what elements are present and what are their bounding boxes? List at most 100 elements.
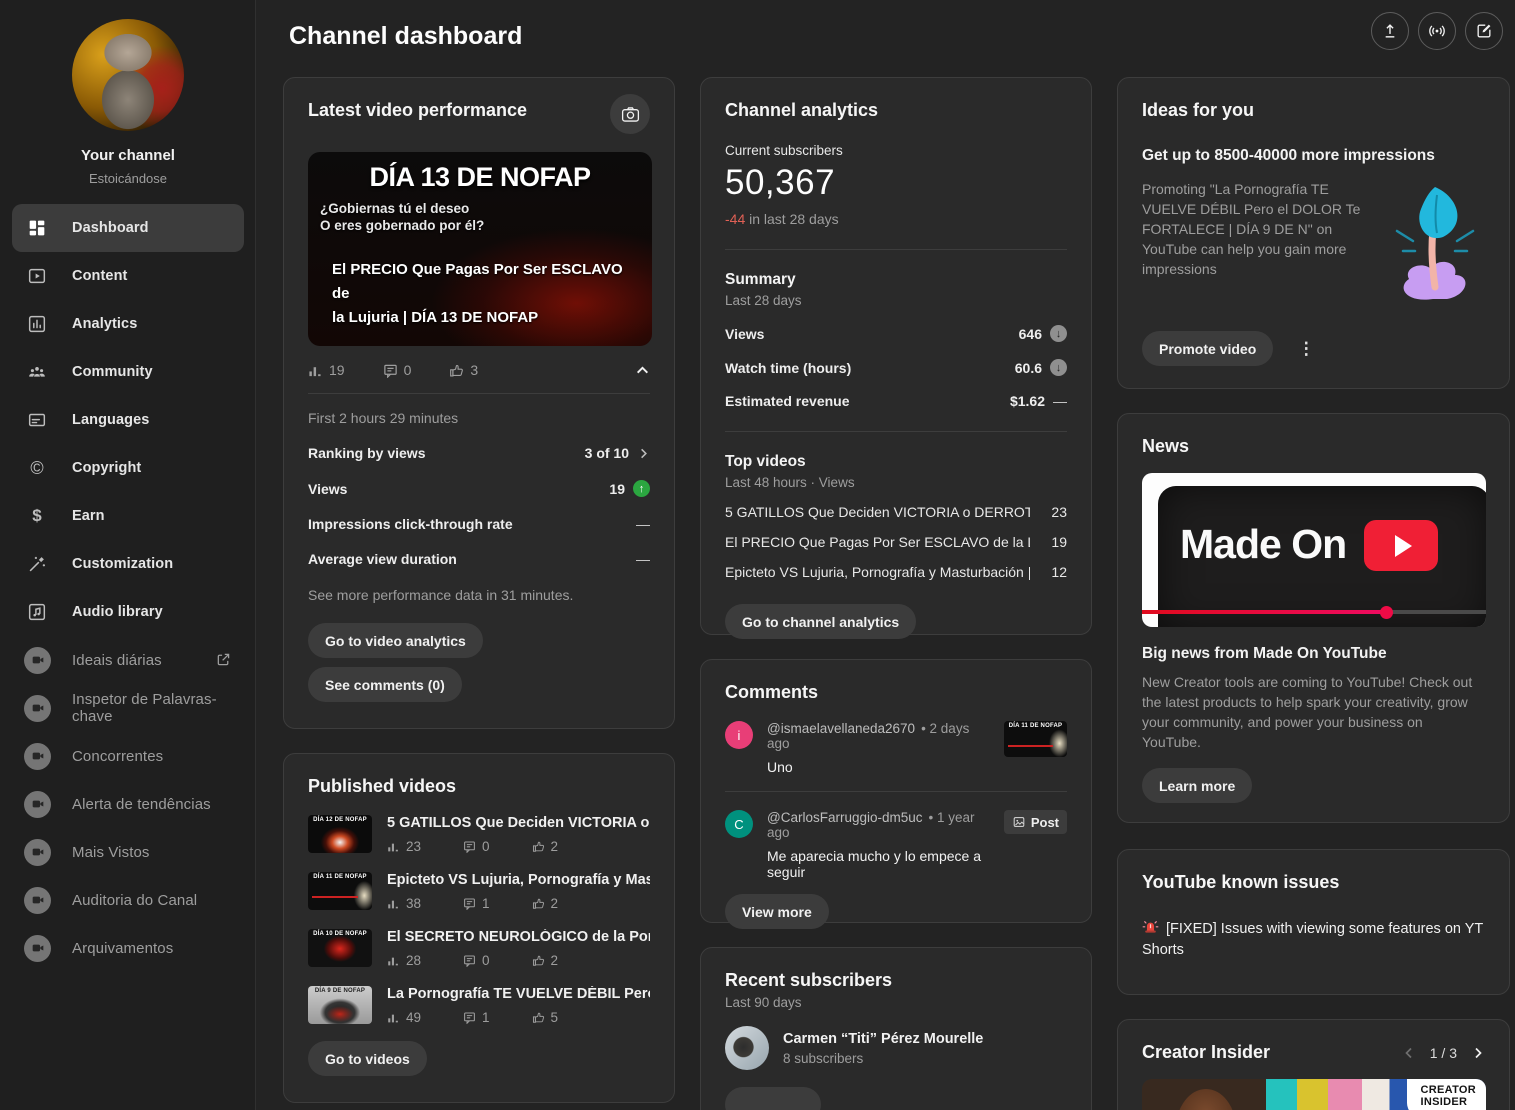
video-title: El SECRETO NEUROLÓGICO de la Pornografía… <box>387 929 650 945</box>
promote-video-button[interactable]: Promote video <box>1142 331 1274 366</box>
trend-up-icon: ↑ <box>633 480 650 497</box>
collapse-chevron-icon[interactable] <box>635 363 650 378</box>
latest-video-thumbnail[interactable]: DÍA 13 DE NOFAP ¿Gobiernas tú el deseo O… <box>308 152 652 346</box>
comment-header[interactable]: @ismaelavellaneda2670 • 2 days ago <box>767 721 994 751</box>
sidebar-item-dashboard[interactable]: Dashboard <box>12 204 244 252</box>
summary-row-views: Views 646 ↓ <box>725 325 1067 342</box>
known-issue-item[interactable]: [FIXED] Issues with viewing some feature… <box>1142 919 1485 961</box>
thumbs-up-icon <box>532 1011 545 1024</box>
sidebar-item-arquivamentos[interactable]: Arquivamentos <box>0 924 256 972</box>
metric-row-views: Views 19 ↑ <box>308 480 650 497</box>
top-actions <box>1371 12 1503 50</box>
analytics-icon <box>25 312 49 336</box>
community-icon <box>25 360 49 384</box>
made-on-text: Made On <box>1180 521 1347 567</box>
go-live-button[interactable] <box>1418 12 1456 50</box>
top-video-row[interactable]: El PRECIO Que Pagas Por Ser ESCLAVO de l… <box>725 534 1067 550</box>
card-title: Channel analytics <box>725 100 879 120</box>
card-title: YouTube known issues <box>1142 872 1340 892</box>
chevron-right-icon[interactable] <box>1471 1046 1485 1060</box>
sidebar-item-languages[interactable]: Languages <box>0 396 256 444</box>
channel-avatar[interactable] <box>72 19 184 131</box>
ideas-body: Promoting "La Pornografía TE VUELVE DÉBI… <box>1142 181 1361 277</box>
go-to-channel-analytics-button[interactable]: Go to channel analytics <box>725 604 917 639</box>
likes-count: 3 <box>470 362 479 378</box>
see-all-subscribers-button[interactable] <box>725 1087 821 1110</box>
sidebar-item-earn[interactable]: $ Earn <box>0 492 256 540</box>
sidebar-item-copyright[interactable]: © Copyright <box>0 444 256 492</box>
sidebar-item-audio-library[interactable]: Audio library <box>0 588 256 636</box>
comment-header[interactable]: @CarlosFarruggio-dm5uc • 1 year ago <box>767 810 994 840</box>
published-video-row[interactable]: DÍA 9 DE NOFAP La Pornografía TE VUELVE … <box>308 986 650 1025</box>
sidebar: Your channel Estoicándose Dashboard Cont… <box>0 0 256 1110</box>
metric-row-avd: Average view duration — <box>308 551 650 567</box>
commenter-avatar[interactable]: i <box>725 721 753 749</box>
see-more-note: See more performance data in 31 minutes. <box>308 587 574 603</box>
current-subscribers-label: Current subscribers <box>725 143 843 158</box>
see-comments-button[interactable]: See comments (0) <box>308 667 462 702</box>
sidebar-item-ideais-diarias[interactable]: Ideais diárias <box>0 636 256 684</box>
subscriber-name: Carmen “Titi” Pérez Mourelle <box>783 1030 984 1047</box>
sidebar-item-customization[interactable]: Customization <box>0 540 256 588</box>
video-thumbnail: DÍA 9 DE NOFAP <box>308 986 372 1024</box>
comment-text: Uno <box>767 759 793 775</box>
creator-insider-image[interactable]: CREATOR INSIDER <box>1142 1079 1486 1110</box>
comments-icon <box>463 954 476 967</box>
metric-row-ranking[interactable]: Ranking by views 3 of 10 <box>308 445 650 461</box>
upload-video-button[interactable] <box>1371 12 1409 50</box>
subscriber-count-label: 8 subscribers <box>783 1050 864 1066</box>
video-title: 5 GATILLOS Que Deciden VICTORIA o DERROT… <box>387 815 650 831</box>
vidiq-icon <box>24 934 51 962</box>
edit-thumbnail-button[interactable] <box>610 94 650 134</box>
comment-video-thumbnail[interactable]: DÍA 11 DE NOFAP <box>1004 721 1067 775</box>
sidebar-item-label: Inspetor de Palavras-chave <box>72 691 217 725</box>
learn-more-button[interactable]: Learn more <box>1142 768 1253 803</box>
card-title: Ideas for you <box>1142 100 1255 120</box>
trend-down-icon: ↓ <box>1050 359 1067 376</box>
top-video-row[interactable]: 5 GATILLOS Que Deciden VICTORIA o DERROT… <box>725 504 1067 520</box>
video-thumbnail: DÍA 10 DE NOFAP <box>308 929 372 967</box>
create-post-button[interactable] <box>1465 12 1503 50</box>
go-to-video-analytics-button[interactable]: Go to video analytics <box>308 623 483 658</box>
thumbs-up-icon <box>532 840 545 853</box>
go-to-videos-button[interactable]: Go to videos <box>308 1041 427 1076</box>
sidebar-item-alerta-de-tendencias[interactable]: Alerta de tendências <box>0 780 256 828</box>
sidebar-item-auditoria-do-canal[interactable]: Auditoria do Canal <box>0 876 256 924</box>
published-video-row[interactable]: DÍA 10 DE NOFAP El SECRETO NEUROLÓGICO d… <box>308 929 650 968</box>
sidebar-item-content[interactable]: Content <box>0 252 256 300</box>
sidebar-item-inspetor-de-palavras-chave[interactable]: Inspetor de Palavras-chave <box>0 684 256 732</box>
subscriber-row[interactable]: Carmen “Titi” Pérez Mourelle 8 subscribe… <box>725 1026 1067 1070</box>
comment-item: i @ismaelavellaneda2670 • 2 days ago Uno … <box>725 721 1067 775</box>
published-video-row[interactable]: DÍA 12 DE NOFAP 5 GATILLOS Que Deciden V… <box>308 815 650 854</box>
sidebar-item-concorrentes[interactable]: Concorrentes <box>0 732 256 780</box>
vidiq-icon <box>24 646 51 674</box>
recent-subscribers-card: Recent subscribers Last 90 days Carmen “… <box>700 947 1092 1110</box>
view-more-comments-button[interactable]: View more <box>725 894 829 929</box>
sidebar-item-analytics[interactable]: Analytics <box>0 300 256 348</box>
card-title: News <box>1142 436 1190 456</box>
sidebar-item-mais-vistos[interactable]: Mais Vistos <box>0 828 256 876</box>
upload-icon <box>1380 21 1400 41</box>
top-videos-period: Last 48 hours · Views <box>725 475 855 490</box>
card-title: Comments <box>725 682 819 702</box>
vidiq-icon <box>24 694 51 722</box>
image-icon <box>1012 815 1026 829</box>
creator-insider-badge: CREATOR INSIDER <box>1406 1079 1486 1110</box>
sidebar-item-community[interactable]: Community <box>0 348 256 396</box>
video-thumbnail: DÍA 11 DE NOFAP <box>308 872 372 910</box>
chevron-left-icon[interactable] <box>1402 1046 1416 1060</box>
comments-icon <box>463 840 476 853</box>
sprout-illustration <box>1385 179 1485 309</box>
post-badge[interactable]: Post <box>1003 810 1067 834</box>
youtube-logo <box>1364 520 1438 571</box>
news-image[interactable]: Made On <box>1142 473 1486 627</box>
news-body: New Creator tools are coming to YouTube!… <box>1142 674 1473 750</box>
languages-icon <box>25 408 49 432</box>
subscriber-avatar <box>725 1026 769 1070</box>
top-video-row[interactable]: Epicteto VS Lujuria, Pornografía y Mastu… <box>725 564 1067 580</box>
kebab-menu-icon[interactable]: ⋮ <box>1297 339 1315 359</box>
published-video-row[interactable]: DÍA 11 DE NOFAP Epicteto VS Lujuria, Por… <box>308 872 650 911</box>
commenter-avatar[interactable]: C <box>725 810 753 838</box>
sidebar-item-label: Dashboard <box>72 220 149 236</box>
video-thumbnail: DÍA 12 DE NOFAP <box>308 815 372 853</box>
